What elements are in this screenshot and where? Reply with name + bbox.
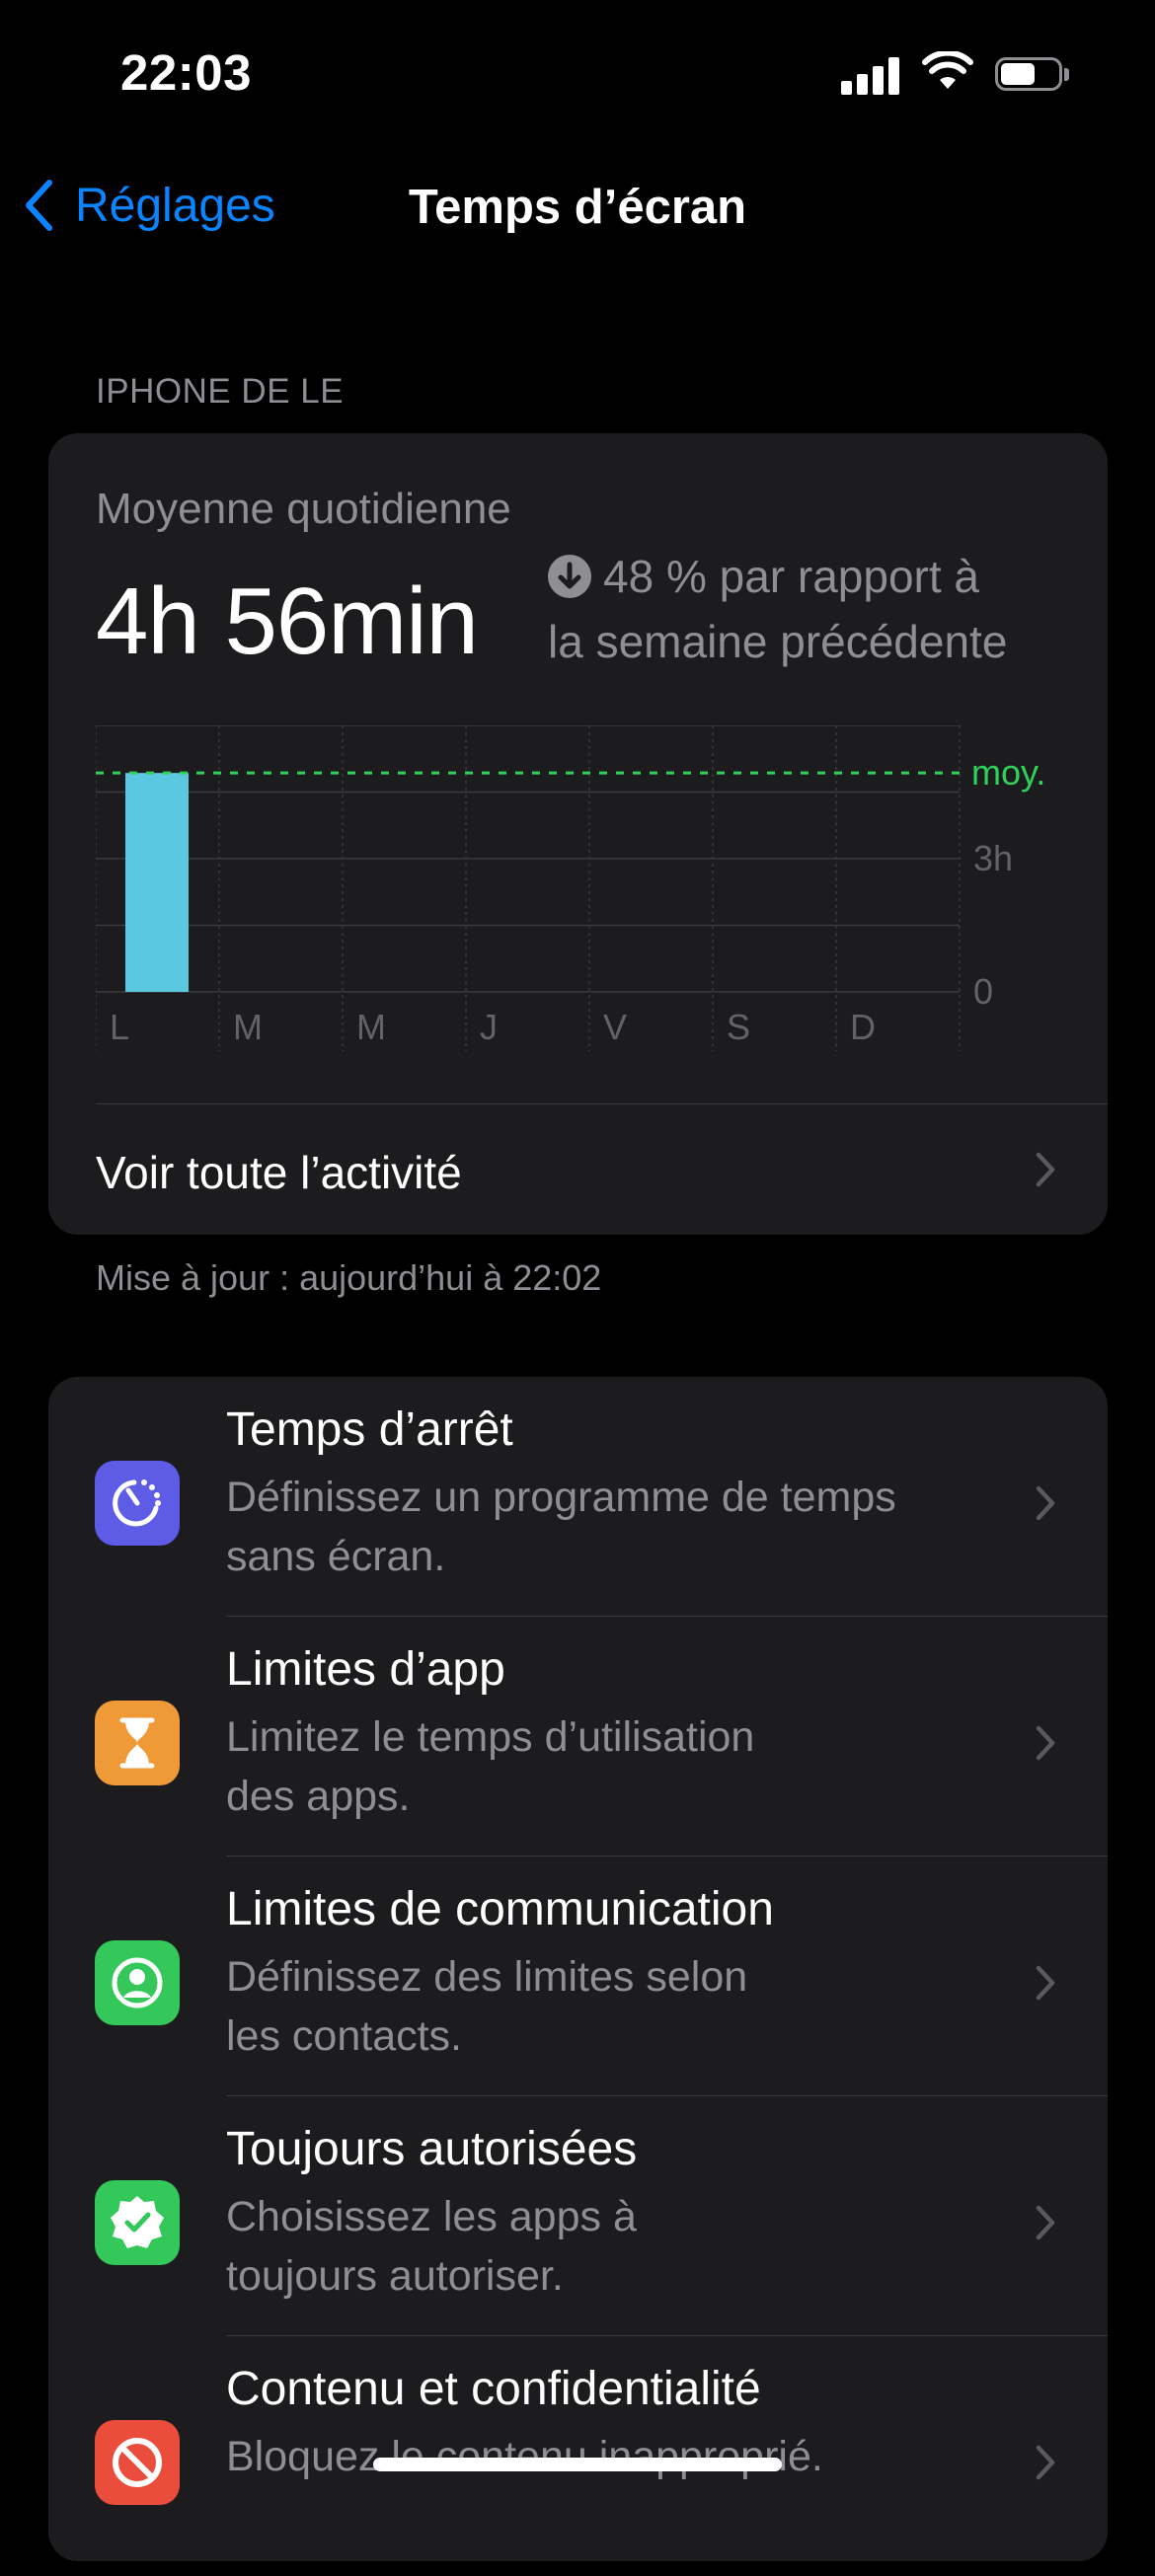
subtitle-line-1: Limitez le temps d’utilisation — [226, 1713, 755, 1761]
settings-row-subtitle: Limitez le temps d’utilisation des apps. — [226, 1707, 976, 1826]
chart-x-tick-label: M — [233, 1007, 263, 1047]
chevron-right-icon — [1036, 1485, 1055, 1521]
see-all-activity-button[interactable]: Voir toute l’activité — [96, 1146, 462, 1199]
device-section-header: IPHONE DE LE — [96, 372, 345, 411]
chart-average-label: moy. — [971, 752, 1045, 793]
chevron-right-icon — [1036, 1152, 1055, 1187]
subtitle-line-1: Définissez un programme de temps — [226, 1474, 896, 1521]
chart-x-tick-label: M — [356, 1007, 386, 1047]
chevron-right-icon — [1036, 1965, 1055, 2001]
settings-row-title: Toujours autorisées — [226, 2123, 638, 2175]
daily-average-value: 4h 56min — [96, 568, 479, 674]
chart-y-tick-label: 3h — [973, 838, 1013, 878]
restriction-icon — [95, 2420, 180, 2505]
subtitle-line-1: Choisissez les apps à — [226, 2193, 637, 2240]
cellular-signal-icon — [841, 55, 900, 95]
chart-y-tick-label: 0 — [973, 971, 993, 1012]
subtitle-line-1: Bloquez le contenu inapproprié. — [226, 2433, 823, 2480]
screen-time-summary-card: Moyenne quotidienne 4h 56min 48 % par ra… — [48, 433, 1108, 1235]
chart-x-tick-label: V — [603, 1007, 627, 1047]
comparison-line-2: la semaine précédente — [548, 616, 1008, 667]
subtitle-line-2: sans écran. — [226, 1533, 446, 1580]
settings-row-subtitle: Bloquez le contenu inapproprié. — [226, 2427, 976, 2486]
settings-row-title: Temps d’arrêt — [226, 1403, 513, 1456]
settings-row-title: Contenu et confidentialité — [226, 2363, 761, 2415]
last-updated-text: Mise à jour : aujourd’hui à 22:02 — [96, 1257, 602, 1298]
downtime-icon — [95, 1461, 180, 1546]
subtitle-line-2: toujours autoriser. — [226, 2252, 564, 2300]
arrow-down-circle-icon — [548, 555, 591, 598]
screen-time-settings-list: Temps d’arrêt Définissez un programme de … — [48, 1377, 1108, 2561]
settings-row[interactable]: Limites de communication Définissez des l… — [48, 1856, 1108, 2096]
divider — [96, 1103, 1108, 1104]
chart-bar — [125, 773, 189, 992]
settings-row[interactable]: Contenu et confidentialité Bloquez le con… — [48, 2336, 1108, 2576]
comparison-line-1: 48 % par rapport à — [603, 551, 980, 602]
chart-x-tick-label: J — [480, 1007, 498, 1047]
weekly-usage-chart: moy. 0 3h L M M J V S D — [96, 725, 1045, 1051]
home-indicator[interactable] — [373, 2458, 782, 2471]
chevron-right-icon — [1036, 1725, 1055, 1761]
status-time: 22:03 — [120, 44, 252, 101]
subtitle-line-2: les contacts. — [226, 2012, 462, 2060]
settings-row-subtitle: Définissez un programme de temps sans écr… — [226, 1468, 976, 1586]
chevron-right-icon — [1036, 2445, 1055, 2480]
settings-row[interactable]: Limites d’app Limitez le temps d’utilisat… — [48, 1617, 1108, 1856]
chart-x-tick-label: L — [110, 1007, 129, 1047]
settings-row-title: Limites de communication — [226, 1883, 774, 1935]
settings-row-subtitle: Définissez des limites selon les contacts… — [226, 1947, 976, 2066]
battery-icon — [995, 57, 1070, 95]
settings-row[interactable]: Temps d’arrêt Définissez un programme de … — [48, 1377, 1108, 1617]
chevron-right-icon — [1036, 2205, 1055, 2240]
subtitle-line-1: Définissez des limites selon — [226, 1953, 748, 2001]
settings-row[interactable]: Toujours autorisées Choisissez les apps à… — [48, 2096, 1108, 2336]
hourglass-icon — [95, 1701, 180, 1785]
settings-row-subtitle: Choisissez les apps à toujours autoriser. — [226, 2187, 976, 2306]
chart-x-tick-label: S — [727, 1007, 750, 1047]
contact-icon — [95, 1940, 180, 2025]
subtitle-line-2: des apps. — [226, 1773, 411, 1820]
chart-x-tick-label: D — [850, 1007, 876, 1047]
page-title: Temps d’écran — [408, 181, 747, 234]
daily-average-label: Moyenne quotidienne — [96, 485, 511, 533]
weekly-comparison: 48 % par rapport à la semaine précédente — [548, 544, 1081, 674]
checkmark-badge-icon — [95, 2180, 180, 2265]
wifi-icon — [922, 51, 973, 89]
settings-row-title: Limites d’app — [226, 1643, 505, 1696]
